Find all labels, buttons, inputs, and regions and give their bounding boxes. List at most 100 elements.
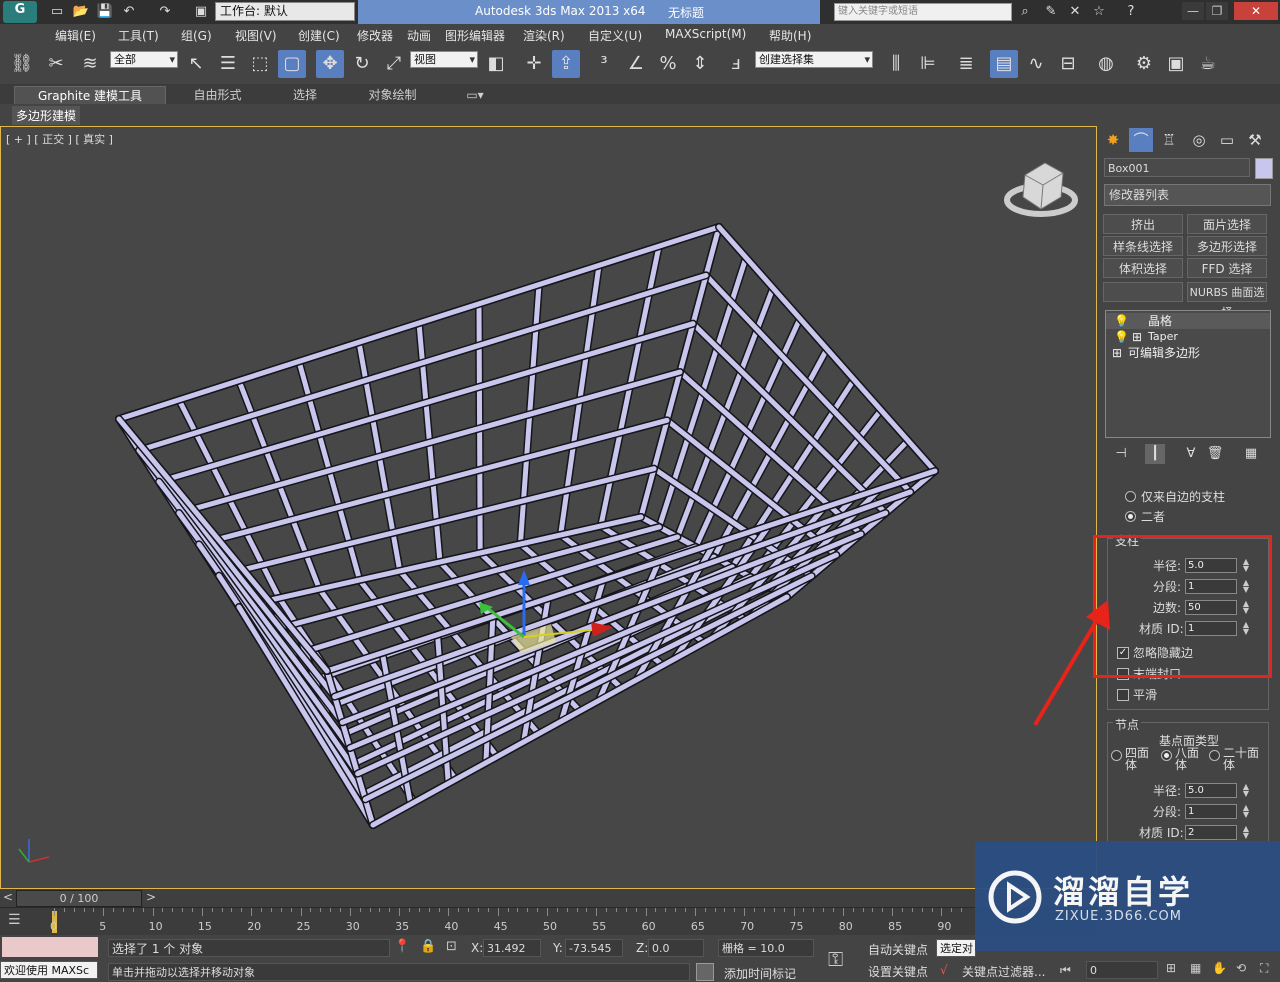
close-button[interactable]: ✕	[1234, 2, 1278, 20]
isolate-icon[interactable]: 📍	[394, 939, 410, 954]
make-unique-icon[interactable]: ∀	[1181, 444, 1201, 464]
communication-icon[interactable]: ✕	[1066, 3, 1084, 21]
both-radio[interactable]	[1125, 511, 1136, 522]
y-coord-field[interactable]: -73.545	[565, 939, 623, 957]
schematic-view-icon[interactable]: ⊟	[1054, 50, 1082, 78]
stack-item-editable-poly[interactable]: ⊞ 可编辑多边形	[1106, 345, 1270, 361]
menu-views[interactable]: 视图(V)	[235, 27, 277, 44]
utilities-tab-icon[interactable]: ⚒	[1243, 128, 1267, 152]
maxscript-mini-listener[interactable]: 欢迎使用 MAXSc	[0, 961, 98, 979]
open-file-icon[interactable]: 📂	[72, 3, 90, 21]
select-object-icon[interactable]: ↖	[182, 50, 210, 78]
graphite-toggle-icon[interactable]: ▤	[990, 50, 1018, 78]
help-icon[interactable]: ?	[1122, 3, 1140, 21]
maximize-viewport-icon[interactable]: ⛶	[1260, 961, 1268, 976]
menu-group[interactable]: 组(G)	[181, 27, 212, 44]
spline-select-button[interactable]: 样条线选择	[1103, 236, 1183, 256]
selection-filter-dropdown[interactable]: 全部	[110, 51, 178, 68]
select-scale-icon[interactable]: ⤢	[380, 50, 408, 78]
menu-maxscript[interactable]: MAXScript(M)	[665, 27, 746, 41]
restore-button[interactable]: ❐	[1206, 2, 1228, 20]
nurbs-select-button[interactable]: NURBS 曲面选择	[1187, 282, 1267, 319]
key-icon[interactable]: ⚿	[828, 947, 843, 971]
volume-select-button[interactable]: 体积选择	[1103, 258, 1183, 278]
edit-named-selection-icon[interactable]: ⅎ	[722, 50, 750, 78]
link-icon[interactable]: ⛓	[8, 50, 36, 78]
prev-frame-icon[interactable]: <	[3, 890, 13, 904]
key-mode-dropdown[interactable]: 选定对	[936, 939, 976, 957]
spinner-snap-icon[interactable]: ⇕	[686, 50, 714, 78]
menu-tools[interactable]: 工具(T)	[118, 27, 159, 44]
project-folder-icon[interactable]: ▣	[192, 3, 210, 21]
tab-object-paint[interactable]: 对象绘制	[345, 86, 440, 104]
lightbulb-icon[interactable]: 💡	[1114, 313, 1129, 329]
motion-tab-icon[interactable]: ◎	[1187, 128, 1211, 152]
poly-select-button[interactable]: 多边形选择	[1187, 236, 1267, 256]
show-end-result-icon[interactable]: ┃	[1145, 444, 1165, 464]
save-icon[interactable]: 💾	[96, 3, 114, 21]
modifier-list-dropdown[interactable]: 修改器列表	[1104, 184, 1271, 206]
field-of-view-icon[interactable]: ▦	[1190, 961, 1201, 975]
snaps-toggle-icon[interactable]: ³	[590, 50, 618, 78]
tab-graphite-modeling[interactable]: Graphite 建模工具	[14, 86, 166, 105]
menu-graph-editors[interactable]: 图形编辑器	[445, 27, 505, 44]
set-key-button[interactable]: 设置关键点	[868, 963, 928, 980]
tab-selection[interactable]: 选择	[270, 86, 340, 104]
curve-icon[interactable]: √	[940, 963, 948, 977]
mirror-icon[interactable]: ⫼	[882, 50, 910, 78]
expand-icon[interactable]: ⊞	[1132, 329, 1142, 345]
icosa-radio[interactable]	[1209, 750, 1220, 761]
hierarchy-tab-icon[interactable]: ♖	[1157, 128, 1181, 152]
minimize-button[interactable]: —	[1182, 2, 1204, 20]
render-setup-icon[interactable]: ⚙	[1130, 50, 1158, 78]
pan-hand-icon[interactable]: ✋	[1212, 961, 1227, 975]
layer-manager-icon[interactable]: ≣	[952, 50, 980, 78]
menu-help[interactable]: 帮助(H)	[769, 27, 811, 44]
select-rotate-icon[interactable]: ↻	[348, 50, 376, 78]
viewcube-icon[interactable]	[1004, 162, 1078, 217]
keyboard-shortcut-override-icon[interactable]: ⇪	[552, 50, 580, 78]
window-crossing-icon[interactable]: ▢	[278, 50, 306, 78]
maxscript-listener[interactable]	[2, 937, 98, 957]
menu-modifiers[interactable]: 修改器	[357, 27, 393, 44]
rect-selection-icon[interactable]: ⬚	[246, 50, 274, 78]
orbit-icon[interactable]: ⟲	[1236, 961, 1246, 975]
render-teapot-icon[interactable]: ☕	[1194, 50, 1222, 78]
select-by-name-icon[interactable]: ☰	[214, 50, 242, 78]
time-tag-icon[interactable]	[696, 963, 714, 981]
rendered-frame-icon[interactable]: ▣	[1162, 50, 1190, 78]
redo-icon[interactable]: ↷	[156, 3, 174, 21]
lightbulb-icon[interactable]: 💡	[1114, 329, 1129, 345]
empty-mod-button[interactable]	[1103, 282, 1183, 302]
binoculars-icon[interactable]: ⌕	[1016, 3, 1034, 21]
polygon-modeling-panel[interactable]: 多边形建模	[12, 106, 81, 125]
patch-select-button[interactable]: 面片选择	[1187, 214, 1267, 234]
select-manipulate-icon[interactable]: ✛	[520, 50, 548, 78]
lattice-basket-mesh[interactable]	[1, 127, 1097, 889]
menu-edit[interactable]: 编辑(E)	[55, 27, 96, 44]
auto-key-button[interactable]: 自动关键点	[868, 941, 928, 958]
z-coord-field[interactable]: 0.0	[648, 939, 704, 957]
pin-stack-icon[interactable]: ⊣	[1111, 444, 1131, 464]
bind-space-warp-icon[interactable]: ≋	[76, 50, 104, 78]
object-name-field[interactable]: Box001	[1104, 158, 1250, 177]
material-editor-icon[interactable]: ◍	[1092, 50, 1120, 78]
modify-tab-icon[interactable]: ⌒	[1129, 128, 1153, 152]
zoom-extents-icon[interactable]: ⊞	[1166, 961, 1176, 975]
joint-radius-spinner[interactable]: ▲ ▼	[1241, 783, 1251, 798]
named-selection-dropdown[interactable]: 创建选择集	[755, 51, 873, 68]
next-frame-icon[interactable]: >	[146, 890, 156, 904]
percent-snap-icon[interactable]: %	[654, 50, 682, 78]
expand-icon[interactable]: ⊞	[1112, 345, 1122, 361]
time-slider[interactable]: < 0 / 100 >	[0, 889, 1097, 907]
lock-selection-icon[interactable]: 🔒	[420, 939, 436, 954]
joint-segments-field[interactable]: 1	[1185, 804, 1237, 819]
goto-start-icon[interactable]: ⏮	[1060, 963, 1071, 978]
subscription-icon[interactable]: ✎	[1042, 3, 1060, 21]
stack-item-lattice[interactable]: 💡 晶格	[1106, 313, 1270, 329]
menu-create[interactable]: 创建(C)	[298, 27, 340, 44]
unlink-icon[interactable]: ✂	[42, 50, 70, 78]
joint-segments-spinner[interactable]: ▲ ▼	[1241, 804, 1251, 819]
create-tab-icon[interactable]: ✸	[1101, 128, 1125, 152]
configure-sets-icon[interactable]: ▦	[1241, 444, 1261, 464]
